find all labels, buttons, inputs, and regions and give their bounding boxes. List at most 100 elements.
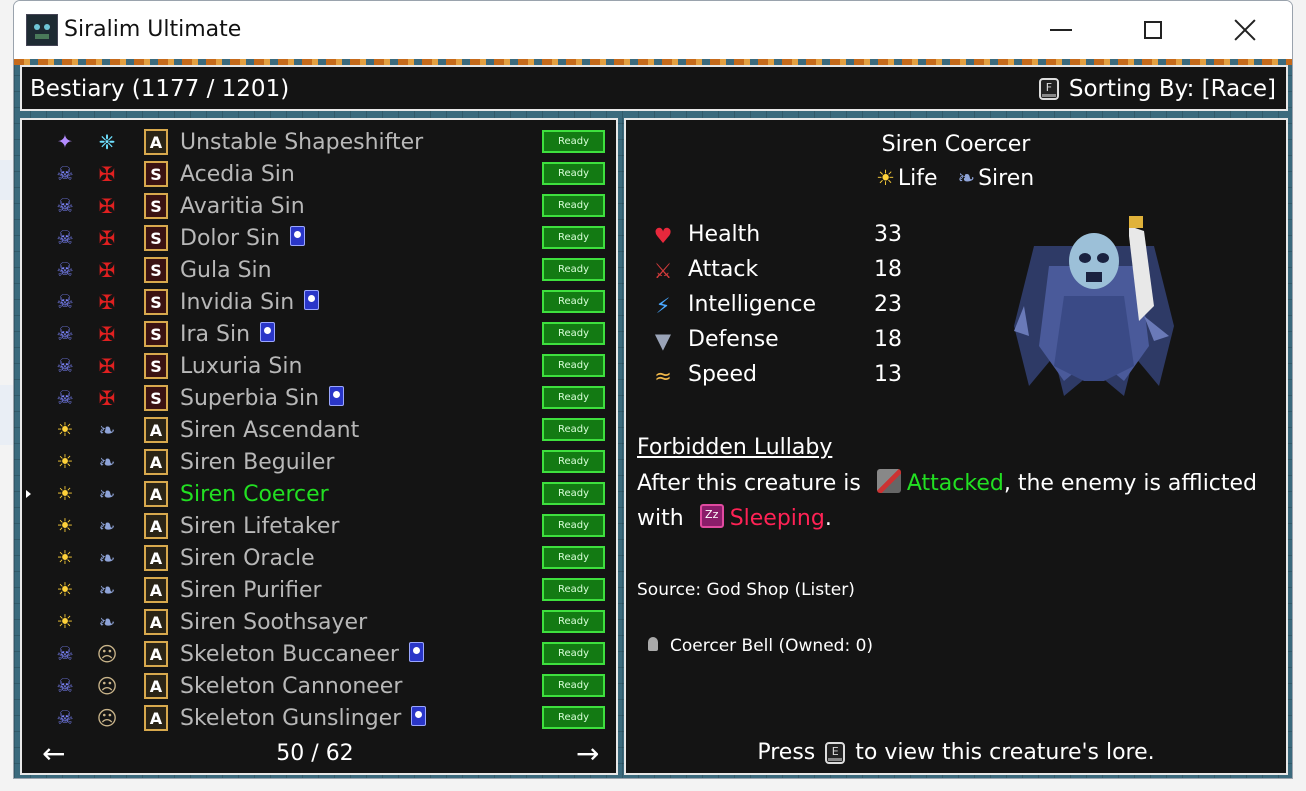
trait-text: .	[824, 506, 832, 531]
creature-row[interactable]: ☀ ❧ A Siren Ascendant Ready	[22, 414, 616, 446]
creature-row-name: Siren Beguiler	[180, 450, 335, 475]
card-icon	[411, 706, 427, 726]
creature-row[interactable]: ✦ ❈ A Unstable Shapeshifter Ready	[22, 126, 616, 158]
ready-badge[interactable]: Ready	[542, 386, 605, 409]
creature-row[interactable]: ☀ ❧ A Siren Lifetaker Ready	[22, 510, 616, 542]
ready-badge[interactable]: Ready	[542, 290, 605, 313]
class-label: Life	[897, 166, 938, 191]
ready-badge[interactable]: Ready	[542, 450, 605, 473]
ready-badge[interactable]: Ready	[542, 354, 605, 377]
creature-row-label: Luxuria Sin	[180, 354, 302, 379]
sort-control[interactable]: F Sorting By: [Race]	[1038, 76, 1276, 102]
creature-row-label: Unstable Shapeshifter	[180, 130, 423, 155]
ascended-type-icon: A	[144, 641, 168, 667]
ascended-type-icon: A	[144, 673, 168, 699]
card-icon	[260, 322, 276, 342]
creature-row-name: Invidia Sin	[180, 290, 295, 315]
creature-row[interactable]: ☀ ❧ A Siren Purifier Ready	[22, 574, 616, 606]
pager: ← 50 / 62 →	[22, 739, 616, 771]
creature-row[interactable]: ☠ ✠ S Luxuria Sin Ready	[22, 350, 616, 382]
next-page-arrow-icon[interactable]: →	[576, 739, 599, 769]
ready-badge[interactable]: Ready	[542, 706, 605, 729]
f-key-icon: F	[1038, 78, 1059, 100]
creature-detail-panel: Siren Coercer ☀ Life ❧ Siren ♥ Health 33 ⚔ Att…	[624, 118, 1288, 775]
minimize-button[interactable]	[1015, 1, 1107, 59]
creature-row[interactable]: ☠ ✠ S Superbia Sin Ready	[22, 382, 616, 414]
stat-row: ⚔ Attack 18	[650, 255, 950, 287]
ready-badge[interactable]: Ready	[542, 514, 605, 537]
creature-row[interactable]: ☠ ☹ A Skeleton Buccaneer Ready	[22, 638, 616, 670]
creature-source: Source: God Shop (Lister)	[637, 580, 855, 600]
ready-badge[interactable]: Ready	[542, 642, 605, 665]
app-window: Siralim Ultimate Bestiary (1177 / 1201) …	[13, 0, 1293, 779]
creature-row[interactable]: ☠ ✠ S Dolor Sin Ready	[22, 222, 616, 254]
creature-row-name: Siren Soothsayer	[180, 610, 368, 635]
stat-value: 33	[874, 222, 902, 247]
ready-badge[interactable]: Ready	[542, 130, 605, 153]
race-label-group: ❧ Siren	[957, 166, 1034, 191]
sin-type-icon: S	[144, 321, 168, 347]
bestiary-title: Bestiary (1177 / 1201)	[30, 76, 290, 102]
ascended-type-icon: A	[144, 417, 168, 443]
creature-row[interactable]: ☀ ❧ A Siren Oracle Ready	[22, 542, 616, 574]
ascended-type-icon: A	[144, 449, 168, 475]
selection-cursor-icon	[26, 490, 31, 498]
sin-race-icon: ✠	[98, 322, 116, 346]
siren-race-icon: ❧	[957, 166, 976, 190]
ascended-type-icon: A	[144, 705, 168, 731]
creature-row-name: Skeleton Buccaneer	[180, 642, 399, 667]
stat-row: ≈ Speed 13	[650, 360, 950, 392]
ready-badge[interactable]: Ready	[542, 546, 605, 569]
creature-row-name: Avaritia Sin	[180, 194, 305, 219]
ready-badge[interactable]: Ready	[542, 610, 605, 633]
creature-row[interactable]: ☠ ✠ S Ira Sin Ready	[22, 318, 616, 350]
sin-type-icon: S	[144, 161, 168, 187]
creature-row-name: Acedia Sin	[180, 162, 295, 187]
item-label: Coercer Bell (Owned: 0)	[670, 636, 874, 656]
life-class-icon: ☀	[56, 450, 74, 473]
minimize-icon	[1050, 29, 1072, 31]
keyword-sleeping: Sleeping	[729, 506, 825, 531]
creature-row[interactable]: ☠ ☹ A Skeleton Gunslinger Ready	[22, 702, 616, 734]
creature-row-name: Siren Ascendant	[180, 418, 360, 443]
title-bar[interactable]: Siralim Ultimate	[14, 1, 1292, 59]
stat-label: Attack	[688, 257, 759, 282]
ready-badge[interactable]: Ready	[542, 162, 605, 185]
death-class-icon: ☠	[56, 258, 74, 281]
ready-badge[interactable]: Ready	[542, 674, 605, 697]
ready-badge[interactable]: Ready	[542, 322, 605, 345]
creature-row[interactable]: ☠ ☹ A Skeleton Cannoneer Ready	[22, 670, 616, 702]
sin-type-icon: S	[144, 193, 168, 219]
death-class-icon: ☠	[56, 354, 74, 377]
creature-row[interactable]: ☀ ❧ A Siren Beguiler Ready	[22, 446, 616, 478]
ready-badge[interactable]: Ready	[542, 578, 605, 601]
creature-row[interactable]: ☠ ✠ S Invidia Sin Ready	[22, 286, 616, 318]
ready-badge[interactable]: Ready	[542, 226, 605, 249]
stat-label: Health	[688, 222, 761, 247]
e-key-icon[interactable]: E	[825, 741, 846, 764]
lore-suffix: to view this creature's lore.	[855, 740, 1155, 765]
ready-badge[interactable]: Ready	[542, 482, 605, 505]
ready-badge[interactable]: Ready	[542, 194, 605, 217]
lightning-icon: ⚡	[655, 294, 671, 318]
ready-badge[interactable]: Ready	[542, 418, 605, 441]
death-class-icon: ☠	[56, 706, 74, 729]
creature-list-panel: ✦ ❈ A Unstable Shapeshifter Ready ☠ ✠ S Acedia S…	[20, 118, 618, 775]
sin-race-icon: ✠	[98, 194, 116, 218]
sort-label: Sorting By: [Race]	[1068, 76, 1276, 102]
creature-row[interactable]: ☀ ❧ A Siren Coercer Ready	[22, 478, 616, 510]
death-class-icon: ☠	[56, 674, 74, 697]
creature-row[interactable]: ☀ ❧ A Siren Soothsayer Ready	[22, 606, 616, 638]
creature-row[interactable]: ☠ ✠ S Gula Sin Ready	[22, 254, 616, 286]
ready-badge[interactable]: Ready	[542, 258, 605, 281]
page-indicator: 50 / 62	[276, 741, 354, 766]
creature-row[interactable]: ☠ ✠ S Acedia Sin Ready	[22, 158, 616, 190]
maximize-button[interactable]	[1107, 1, 1199, 59]
close-button[interactable]	[1199, 1, 1291, 59]
race-label: Siren	[978, 166, 1035, 191]
stat-label: Defense	[688, 327, 779, 352]
creature-row[interactable]: ☠ ✠ S Avaritia Sin Ready	[22, 190, 616, 222]
creature-row-label: Skeleton Cannoneer	[180, 674, 402, 699]
creature-row-label: Avaritia Sin	[180, 194, 305, 219]
background-strip	[0, 160, 14, 200]
